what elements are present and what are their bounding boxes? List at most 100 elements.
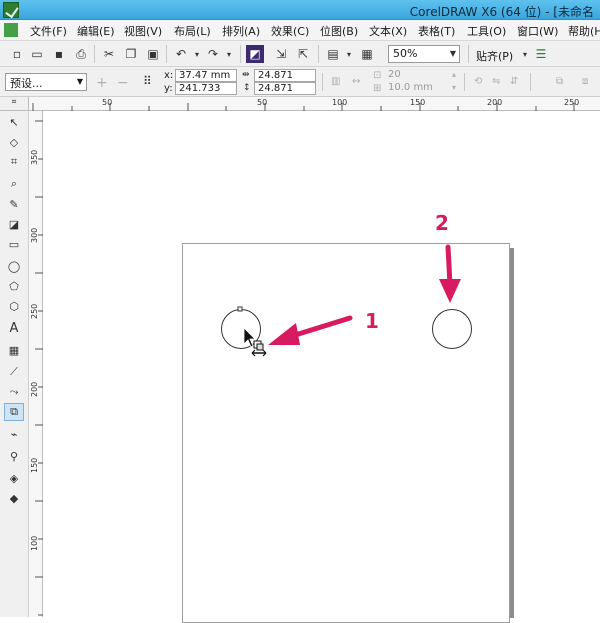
menu-bitmaps[interactable]: 位图(B) [320,23,358,39]
ruler-tick-label: 300 [30,227,39,243]
coreldraw-logo-icon [3,2,19,18]
menu-file[interactable]: 文件(F) [30,23,67,39]
print-icon[interactable]: ⎙ [72,45,90,63]
smart-fill-tool-icon[interactable]: ◪ [4,215,24,233]
snap-to-button[interactable]: 贴齐(P) [476,48,513,64]
toolbar-divider [468,45,469,63]
menu-help[interactable]: 帮助(H) [568,23,600,39]
remove-preset-icon[interactable]: − [117,75,129,91]
y-label: y: [164,83,173,94]
menu-tools[interactable]: 工具(O) [467,23,506,39]
annotation-label-2: 2 [435,211,449,235]
menu-arrange[interactable]: 排列(A) [222,23,260,39]
title-bar: CorelDRAW X6 (64 位) - [未命名 [0,0,600,20]
freehand-tool-icon[interactable]: ✎ [4,195,24,213]
mirror-icon[interactable]: ⇋ [492,76,500,87]
fill-tool-icon[interactable]: ◈ [4,469,24,487]
crop-tool-icon[interactable]: ⌗ [4,153,24,171]
ruler-tick-label: 150 [30,457,39,473]
x-position-input[interactable]: 37.47 mm [175,69,237,82]
preset-value: 预设... [10,77,43,90]
zoom-tool-icon[interactable]: ⌕ [4,175,24,193]
table-tool-icon[interactable]: ▦ [4,341,24,359]
export-icon[interactable]: ⇱ [294,45,312,63]
toolbar-divider [318,45,319,63]
toolbox: ↖ ◇ ⌗ ⌕ ✎ ◪ ▭ ◯ ⬠ ⬡ A ▦ ⟋ ⤳ ⧉ ⌁ ⚲ ◈ ◆ [0,111,29,617]
connector-tool-icon[interactable]: ⤳ [4,383,24,401]
import-icon[interactable]: ⇲ [272,45,290,63]
save-icon[interactable]: ▪ [50,45,68,63]
scale-icon[interactable]: ↔ [352,76,360,87]
shape-tool-icon[interactable]: ◇ [4,133,24,151]
width-icon: ⇹ [242,70,250,80]
toolbar-divider [464,73,465,91]
menu-view[interactable]: 视图(V) [124,23,162,39]
menu-text[interactable]: 文本(X) [369,23,407,39]
ruler-tick-label: 150 [410,98,426,107]
redo-dropdown-icon[interactable]: ▾ [220,45,238,63]
y-position-input[interactable]: 241.733 mm [175,82,237,106]
welcome-screen-icon[interactable]: ▦ [358,45,376,63]
drawing-page[interactable] [182,243,510,623]
property-bar: 预设... ▼ + − ⠿ x: y: 37.47 mm 241.733 mm … [0,67,600,106]
polygon-tool-icon[interactable]: ⬠ [4,277,24,295]
width-input[interactable]: 24.871 mm [254,69,316,93]
menu-effects[interactable]: 效果(C) [271,23,309,39]
eyedropper-tool-icon[interactable]: ⌁ [4,425,24,443]
duplicate-distance-input[interactable]: 10.0 mm [385,82,447,95]
vertical-ruler[interactable]: 350 300 250 200 150 100 [29,111,43,617]
spin-down-icon[interactable]: ▾ [452,83,456,92]
new-document-icon[interactable]: ▫ [8,45,26,63]
ungroup-icon[interactable]: ⧈ [582,76,588,87]
toolbar-divider [166,45,167,63]
group-icon[interactable]: ⧉ [556,76,563,87]
ruler-tick-label: 50 [257,98,268,107]
cut-icon[interactable]: ✂ [100,45,118,63]
basic-shapes-tool-icon[interactable]: ⬡ [4,297,24,315]
chevron-down-icon: ▼ [449,49,456,58]
zoom-level-value: 50% [393,47,418,60]
menu-layout[interactable]: 布局(L) [174,23,211,39]
menu-logo-icon[interactable] [4,23,18,37]
lock-ratio-icon[interactable]: ▥ [331,76,340,87]
dimension-tool-icon[interactable]: ⟋ [4,363,24,381]
menu-edit[interactable]: 编辑(E) [77,23,115,39]
toolbar-divider [240,45,241,63]
circle-shape-2[interactable] [432,309,472,349]
nudge-icon: ⊡ [373,70,382,81]
nudge-input[interactable]: 20 [385,69,447,82]
launcher-dropdown-icon[interactable]: ▾ [340,45,358,63]
add-preset-icon[interactable]: + [96,75,108,91]
ruler-tick-label: 350 [30,149,39,165]
interactive-tool-icon[interactable]: ⧉ [4,403,24,421]
page-shadow [510,248,514,618]
rectangle-tool-icon[interactable]: ▭ [4,235,24,253]
rotate-icon[interactable]: ⟲ [474,76,482,87]
open-icon[interactable]: ▭ [28,45,46,63]
ruler-tick-label: 100 [30,535,39,551]
object-origin-icon[interactable]: ⠿ [143,74,152,88]
horizontal-ruler[interactable]: 50 50 100 150 200 250 [29,97,600,111]
text-tool-icon[interactable]: A [4,319,24,337]
search-content-icon[interactable]: ◩ [246,45,264,63]
paste-icon[interactable]: ▣ [144,45,162,63]
spin-up-icon[interactable]: ▴ [452,70,456,79]
copy-icon[interactable]: ❐ [122,45,140,63]
zoom-level-select[interactable]: 50% ▼ [388,45,460,63]
circle-shape-1[interactable] [221,309,261,349]
menu-table[interactable]: 表格(T) [418,23,455,39]
preset-select[interactable]: 预设... ▼ [5,73,87,91]
horizontal-ruler-ticks [32,103,575,111]
duplicate-distance-icon: ⊞ [373,83,382,94]
window-title: CorelDRAW X6 (64 位) - [未命名 [409,5,594,19]
options-icon[interactable]: ☰ [532,45,550,63]
height-input[interactable]: 24.871 mm [254,82,316,106]
toolbar-divider [530,73,531,91]
pick-tool-icon[interactable]: ↖ [4,113,24,131]
menu-window[interactable]: 窗口(W) [517,23,558,39]
interactive-fill-tool-icon[interactable]: ◆ [4,489,24,507]
ellipse-tool-icon[interactable]: ◯ [4,257,24,275]
ruler-origin[interactable]: ⌗ [0,97,29,111]
outline-pen-tool-icon[interactable]: ⚲ [4,447,24,465]
mirror-vertical-icon[interactable]: ⇵ [510,76,518,87]
